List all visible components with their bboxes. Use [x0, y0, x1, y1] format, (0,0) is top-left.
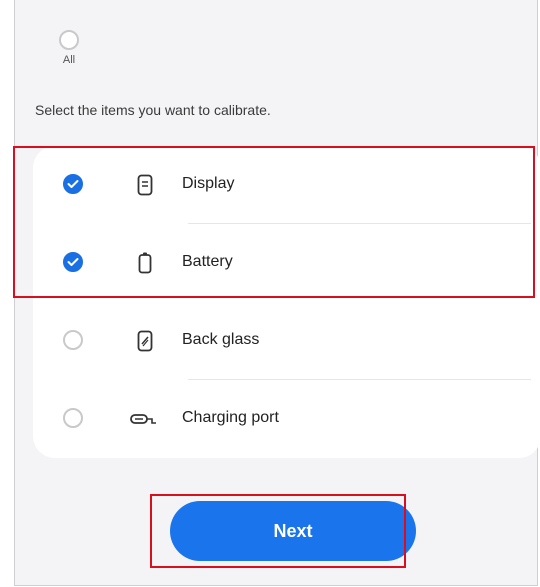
select-all-radio[interactable]	[59, 30, 79, 50]
battery-label: Battery	[182, 253, 233, 270]
checkmark-icon	[67, 180, 79, 188]
next-button[interactable]: Next	[170, 501, 416, 561]
list-item-display[interactable]: Display	[33, 146, 540, 224]
instruction-text: Select the items you want to calibrate.	[35, 102, 271, 118]
select-all-label: All	[62, 54, 76, 66]
checkmark-icon	[67, 258, 79, 266]
back-glass-label: Back glass	[182, 331, 260, 348]
battery-checkbox[interactable]	[63, 252, 83, 272]
charging-port-checkbox[interactable]	[63, 408, 83, 428]
phone-display-icon	[133, 172, 157, 198]
calibration-screen: All Select the items you want to calibra…	[14, 0, 540, 586]
list-item-battery[interactable]: Battery	[33, 224, 540, 302]
display-label: Display	[182, 175, 235, 192]
list-item-charging-port[interactable]: Charging port	[33, 380, 540, 458]
battery-icon	[133, 250, 157, 276]
calibration-item-list: Display Battery Back glass Charging port	[33, 146, 540, 458]
list-item-back-glass[interactable]: Back glass	[33, 302, 540, 380]
charging-port-icon	[129, 406, 159, 432]
select-all-option[interactable]: All	[49, 30, 89, 66]
charging-port-label: Charging port	[182, 409, 279, 426]
display-checkbox[interactable]	[63, 174, 83, 194]
back-glass-checkbox[interactable]	[63, 330, 83, 350]
back-glass-icon	[133, 328, 157, 354]
